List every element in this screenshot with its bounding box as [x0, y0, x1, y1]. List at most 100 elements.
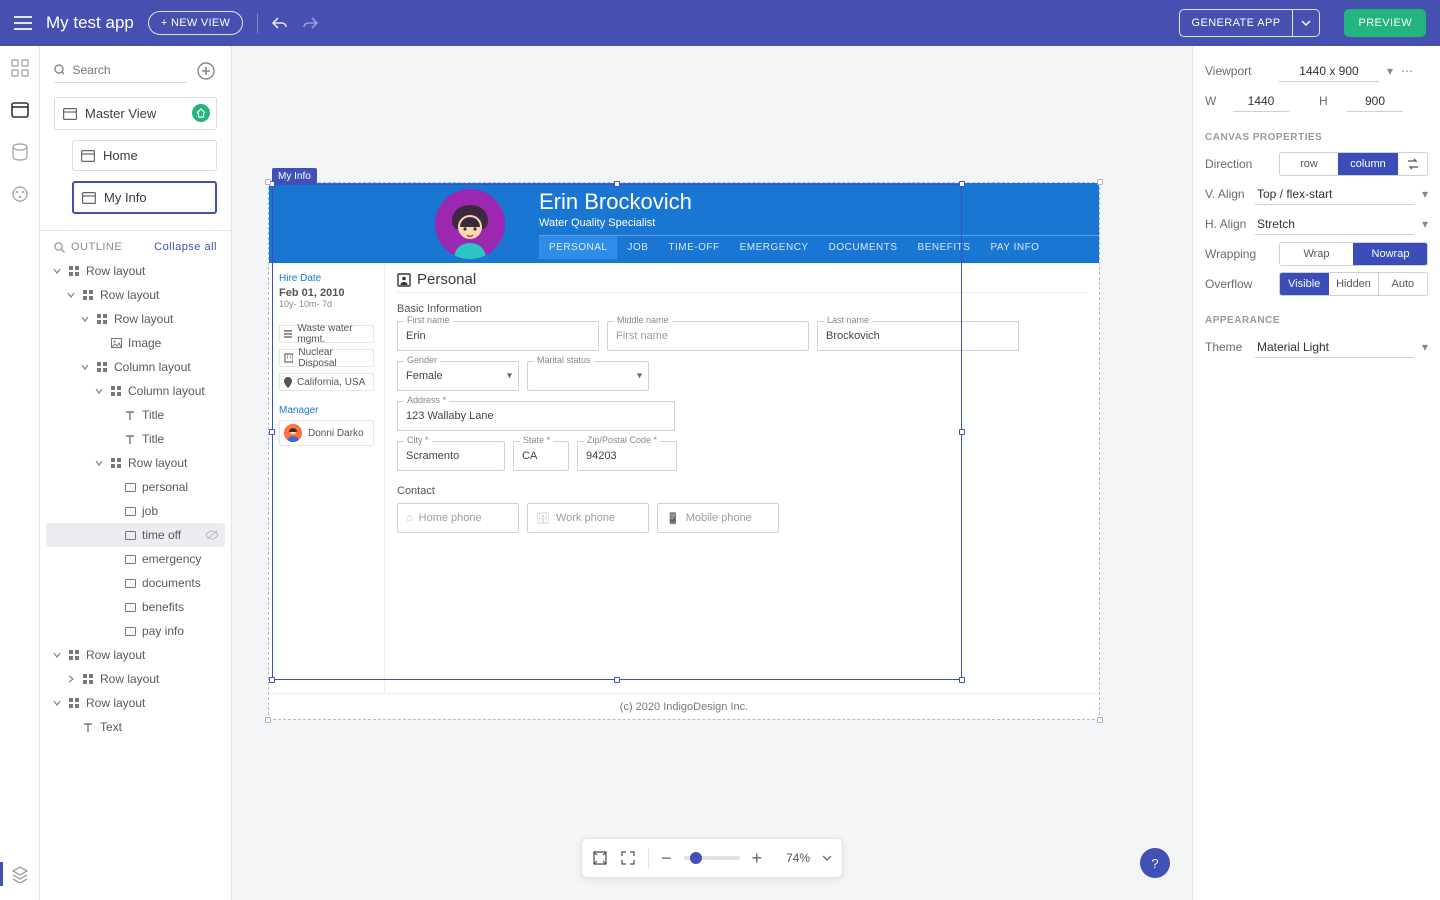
- views-search[interactable]: [54, 58, 187, 83]
- outline-item[interactable]: Row layout: [46, 643, 225, 667]
- height-input[interactable]: [1347, 90, 1403, 112]
- theme-icon[interactable]: [8, 182, 32, 206]
- new-view-button[interactable]: + NEW VIEW: [148, 11, 243, 35]
- address-field[interactable]: Address *123 Wallaby Lane: [397, 401, 675, 431]
- gender-select[interactable]: GenderFemale▾: [397, 361, 519, 391]
- middle-name-field[interactable]: Middle nameFirst name: [607, 321, 809, 351]
- wrap-option[interactable]: Wrap: [1280, 243, 1353, 265]
- chevron-down-icon: ▾: [637, 371, 642, 382]
- collapse-all-link[interactable]: Collapse all: [154, 241, 217, 253]
- outline-item[interactable]: job: [46, 499, 225, 523]
- outline-item[interactable]: emergency: [46, 547, 225, 571]
- dir-row[interactable]: row: [1280, 153, 1338, 175]
- outline-item[interactable]: benefits: [46, 595, 225, 619]
- outline-item[interactable]: time off: [46, 523, 225, 547]
- preview-button[interactable]: PREVIEW: [1344, 9, 1426, 37]
- divider: [257, 13, 258, 33]
- chevron-down-icon[interactable]: ▾: [1422, 217, 1428, 231]
- work-phone-field[interactable]: 🗄Work phone: [527, 503, 649, 533]
- view-item-myinfo[interactable]: My Info: [72, 181, 217, 214]
- menu-icon[interactable]: [14, 16, 32, 30]
- outline-item[interactable]: Row layout: [46, 283, 225, 307]
- tab-job[interactable]: JOB: [617, 236, 658, 259]
- direction-toggle[interactable]: row column: [1279, 152, 1428, 176]
- outline-item[interactable]: Row layout: [46, 451, 225, 475]
- redo-icon[interactable]: [302, 16, 318, 30]
- theme-select[interactable]: [1255, 336, 1414, 358]
- location-chip: California, USA: [279, 373, 374, 391]
- zoom-slider[interactable]: [684, 856, 740, 860]
- help-button[interactable]: ?: [1140, 848, 1170, 878]
- outline-item[interactable]: Column layout: [46, 379, 225, 403]
- chevron-down-icon[interactable]: ▾: [1422, 340, 1428, 354]
- outline-item[interactable]: Title: [46, 427, 225, 451]
- halign-select[interactable]: [1255, 213, 1414, 235]
- outline-item[interactable]: documents: [46, 571, 225, 595]
- wrap-toggle[interactable]: Wrap Nowrap: [1279, 242, 1428, 266]
- outline-item[interactable]: Row layout: [46, 259, 225, 283]
- chevron-down-icon[interactable]: ▾: [1387, 64, 1393, 78]
- components-icon[interactable]: [8, 56, 32, 80]
- marital-select[interactable]: Marital status▾: [527, 361, 649, 391]
- fit-icon[interactable]: [592, 850, 608, 866]
- data-icon[interactable]: [8, 140, 32, 164]
- overflow-toggle[interactable]: Visible Hidden Auto: [1279, 272, 1428, 296]
- outline-item[interactable]: Row layout: [46, 667, 225, 691]
- master-view-card[interactable]: Master View: [54, 97, 217, 130]
- outline-item[interactable]: Title: [46, 403, 225, 427]
- visibility-icon[interactable]: [205, 530, 219, 540]
- nowrap-option[interactable]: Nowrap: [1353, 243, 1427, 265]
- more-icon[interactable]: ⋯: [1401, 64, 1414, 78]
- outline-item[interactable]: Text: [46, 715, 225, 739]
- topbar: My test app + NEW VIEW GENERATE APP PREV…: [0, 0, 1440, 46]
- generate-app-button[interactable]: GENERATE APP: [1179, 9, 1321, 37]
- first-name-field[interactable]: First nameErin: [397, 321, 599, 351]
- tab-documents[interactable]: DOCUMENTS: [819, 236, 908, 259]
- tab-personal[interactable]: PERSONAL: [539, 236, 617, 259]
- tab-payinfo[interactable]: PAY INFO: [980, 236, 1049, 259]
- last-name-field[interactable]: Last nameBrockovich: [817, 321, 1019, 351]
- home-phone-field[interactable]: ⌂Home phone: [397, 503, 519, 533]
- outline-item[interactable]: pay info: [46, 619, 225, 643]
- undo-icon[interactable]: [272, 16, 288, 30]
- city-field[interactable]: City *Scramento: [397, 441, 505, 471]
- outline-item[interactable]: Row layout: [46, 307, 225, 331]
- artboard[interactable]: Erin Brockovich Water Quality Specialist…: [268, 182, 1100, 720]
- avatar: [284, 424, 302, 442]
- state-field[interactable]: State *CA: [513, 441, 569, 471]
- mobile-phone-field[interactable]: 📱Mobile phone: [657, 503, 779, 533]
- views-icon[interactable]: [8, 98, 32, 122]
- width-input[interactable]: [1233, 90, 1289, 112]
- swap-icon[interactable]: [1397, 153, 1427, 175]
- outline-item[interactable]: Column layout: [46, 355, 225, 379]
- overflow-auto[interactable]: Auto: [1378, 273, 1427, 295]
- layers-icon[interactable]: [8, 862, 32, 886]
- window-icon: [63, 108, 77, 120]
- tab-benefits[interactable]: BENEFITS: [908, 236, 981, 259]
- tab-timeoff[interactable]: TIME-OFF: [658, 236, 729, 259]
- add-view-button[interactable]: [195, 60, 217, 82]
- overflow-hidden[interactable]: Hidden: [1328, 273, 1377, 295]
- tab-emergency[interactable]: EMERGENCY: [730, 236, 819, 259]
- canvas[interactable]: Erin Brockovich Water Quality Specialist…: [232, 46, 1192, 900]
- viewport-select[interactable]: [1279, 60, 1379, 82]
- chevron-down-icon[interactable]: [822, 855, 832, 861]
- valign-select[interactable]: [1255, 183, 1414, 205]
- outline-item[interactable]: Row layout: [46, 691, 225, 715]
- view-item-home[interactable]: Home: [72, 140, 217, 171]
- zoom-in-button[interactable]: +: [752, 849, 763, 867]
- zip-field[interactable]: Zip/Postal Code *94203: [577, 441, 677, 471]
- chevron-down-icon[interactable]: [1292, 10, 1319, 36]
- overflow-visible[interactable]: Visible: [1280, 273, 1328, 295]
- fullscreen-icon[interactable]: [620, 850, 636, 866]
- zoom-out-button[interactable]: −: [661, 849, 672, 867]
- dir-column[interactable]: column: [1338, 153, 1397, 175]
- outline-item[interactable]: Image: [46, 331, 225, 355]
- zoom-value[interactable]: 74%: [774, 851, 810, 865]
- views-search-input[interactable]: [70, 62, 187, 78]
- dept-chip: Waste water mgmt.: [279, 325, 374, 343]
- chevron-down-icon[interactable]: ▾: [1422, 187, 1428, 201]
- appearance-header: APPEARANCE: [1205, 315, 1428, 326]
- outline-item[interactable]: personal: [46, 475, 225, 499]
- hire-duration: 10y- 10m- 7d: [279, 299, 374, 309]
